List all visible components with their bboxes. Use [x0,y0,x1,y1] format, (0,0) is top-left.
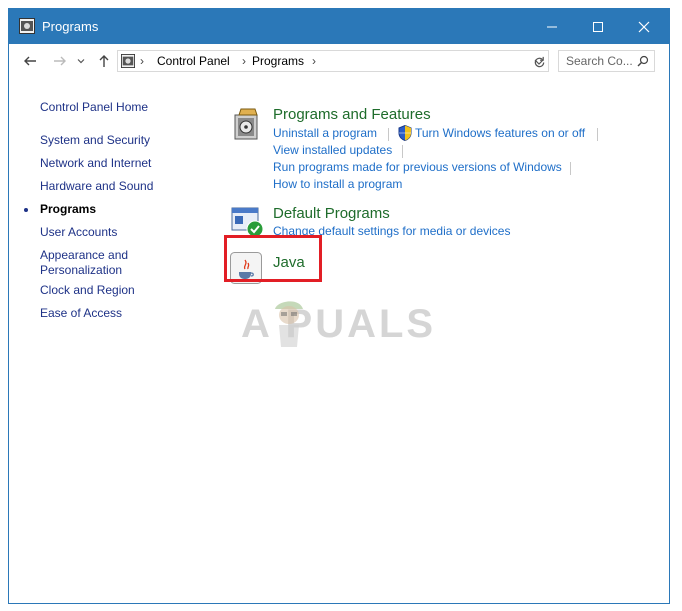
search-input[interactable]: Search Co... [558,50,655,72]
programs-features-title[interactable]: Programs and Features [273,106,431,123]
windows-features-link[interactable]: Turn Windows features on or off [415,126,585,140]
sidebar-item-clock-region[interactable]: Clock and Region [40,283,135,298]
title-bar[interactable]: Programs [9,9,669,44]
breadcrumb-programs[interactable]: Programs [252,54,304,68]
forward-button[interactable] [51,52,69,70]
control-panel-icon [19,18,35,34]
breadcrumb-separator: › [242,54,246,68]
programs-features-icon[interactable] [231,107,263,141]
close-icon [638,21,650,32]
breadcrumb-control-panel[interactable]: Control Panel [157,54,230,68]
up-button[interactable] [95,52,113,70]
sidebar-item-user-accounts[interactable]: User Accounts [40,225,117,240]
installed-updates-link[interactable]: View installed updates [273,143,392,157]
back-arrow-icon [24,56,36,66]
close-button[interactable] [621,9,667,44]
search-placeholder: Search Co... [566,54,633,68]
active-item-bullet [24,208,28,212]
default-programs-icon[interactable] [231,205,265,239]
sidebar-item-network-internet[interactable]: Network and Internet [40,156,151,171]
maximize-button[interactable] [575,9,621,44]
window-title: Programs [42,19,99,34]
refresh-icon [534,56,544,67]
breadcrumb-separator: › [312,54,316,68]
refresh-button[interactable] [530,53,548,71]
mascot-icon [275,301,303,347]
sidebar-item-programs: Programs [40,202,97,216]
maximize-icon [593,21,603,32]
compatibility-link[interactable]: Run programs made for previous versions … [273,160,562,174]
sidebar-item-appearance[interactable]: Appearance and Personalization [40,248,140,278]
control-panel-icon [121,54,135,68]
sidebar-item-ease-of-access[interactable]: Ease of Access [40,306,122,321]
sidebar-item-hardware-sound[interactable]: Hardware and Sound [40,179,153,194]
link-divider [402,145,403,158]
link-divider [597,128,598,141]
minimize-button[interactable] [529,9,575,44]
address-bar[interactable]: › Control Panel › Programs › [117,50,549,72]
search-icon [637,55,649,67]
java-highlight-box [224,235,322,282]
uninstall-program-link[interactable]: Uninstall a program [273,126,377,140]
back-button[interactable] [21,52,39,70]
window: Programs › Control Panel › Programs › Se… [8,8,670,604]
up-arrow-icon [99,55,109,67]
link-divider [388,128,389,141]
forward-arrow-icon [54,56,66,66]
recent-locations-button[interactable] [75,52,87,70]
link-divider [570,162,571,175]
uac-shield-icon [398,125,412,141]
main-content: Control Panel Home System and Security N… [9,77,669,603]
chevron-down-icon [77,59,85,64]
breadcrumb-separator: › [140,54,144,68]
default-programs-title[interactable]: Default Programs [273,205,390,222]
address-toolbar: › Control Panel › Programs › Search Co..… [9,44,669,77]
sidebar-home-link[interactable]: Control Panel Home [40,100,148,115]
sidebar-item-system-security[interactable]: System and Security [40,133,150,148]
minimize-icon [547,26,557,27]
install-program-link[interactable]: How to install a program [273,177,402,191]
